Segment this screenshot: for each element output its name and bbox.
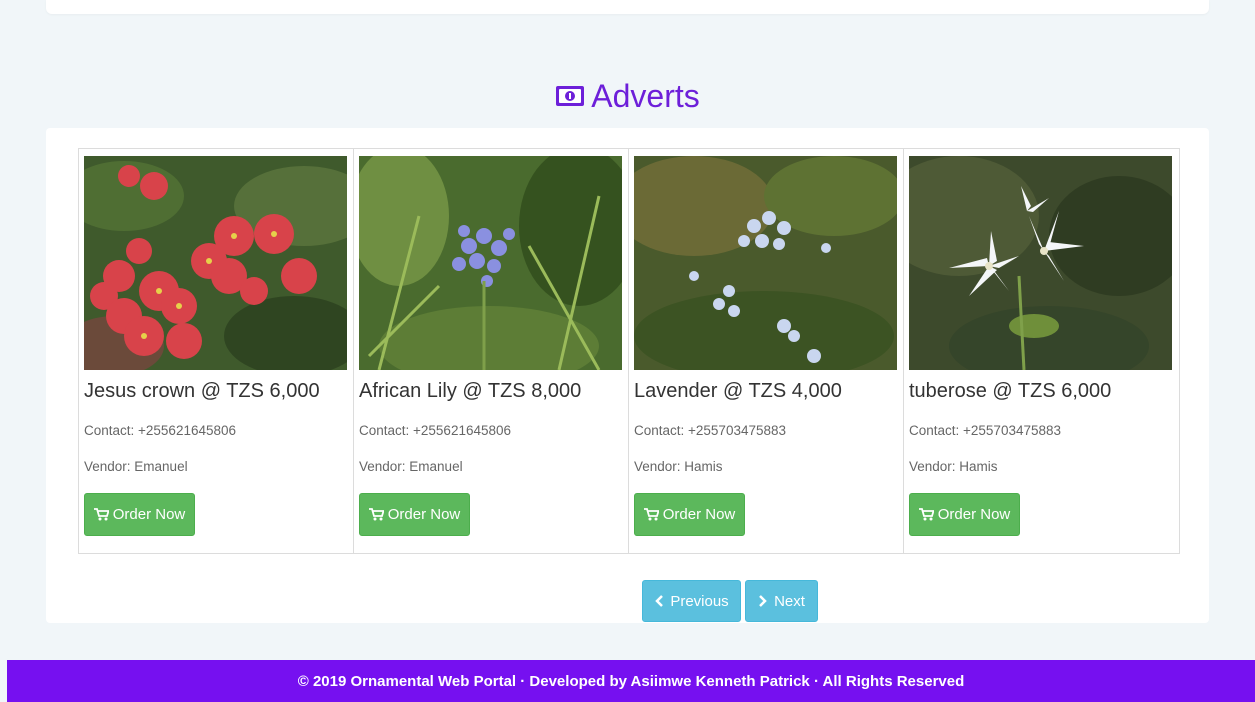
- product-image-lavender[interactable]: [634, 156, 897, 370]
- order-now-label: Order Now: [387, 506, 461, 523]
- advert-card: African Lily @ TZS 8,000 Contact: +25562…: [354, 149, 629, 553]
- previous-button[interactable]: Previous: [642, 580, 741, 622]
- advert-vendor: Vendor: Hamis: [634, 459, 723, 474]
- advert-title[interactable]: Jesus crown @ TZS 6,000: [84, 380, 320, 403]
- product-image-tuberose[interactable]: [909, 156, 1172, 370]
- adverts-grid: Jesus crown @ TZS 6,000 Contact: +255621…: [78, 148, 1180, 554]
- order-now-label: Order Now: [112, 506, 186, 523]
- advert-contact: Contact: +255703475883: [909, 423, 1062, 438]
- order-now-button[interactable]: Order Now: [909, 493, 1020, 536]
- chevron-right-icon: [759, 595, 767, 607]
- footer: © 2019 Ornamental Web Portal · Developed…: [7, 660, 1255, 702]
- footer-text: © 2019 Ornamental Web Portal · Developed…: [297, 672, 965, 690]
- product-image-jesus-crown[interactable]: [84, 156, 347, 370]
- shopping-cart-icon: [918, 508, 934, 521]
- order-now-button[interactable]: Order Now: [359, 493, 470, 536]
- order-now-label: Order Now: [937, 506, 1011, 523]
- product-image-african-lily[interactable]: [359, 156, 622, 370]
- advert-vendor: Vendor: Emanuel: [84, 459, 188, 474]
- advert-contact: Contact: +255621645806: [359, 423, 512, 438]
- section-title-text: Adverts: [591, 78, 700, 114]
- advert-title[interactable]: Lavender @ TZS 4,000: [634, 380, 842, 403]
- chevron-left-icon: [655, 595, 664, 607]
- section-title: Adverts: [0, 74, 1255, 118]
- advert-vendor: Vendor: Emanuel: [359, 459, 463, 474]
- advert-card: Lavender @ TZS 4,000 Contact: +255703475…: [629, 149, 904, 553]
- advert-title[interactable]: tuberose @ TZS 6,000: [909, 380, 1111, 403]
- shopping-cart-icon: [93, 508, 109, 521]
- top-panel: [46, 0, 1209, 14]
- advert-vendor: Vendor: Hamis: [909, 459, 998, 474]
- previous-label: Previous: [670, 592, 729, 610]
- next-label: Next: [774, 592, 805, 610]
- advert-contact: Contact: +255703475883: [634, 423, 787, 438]
- advert-title[interactable]: African Lily @ TZS 8,000: [359, 380, 581, 403]
- shopping-cart-icon: [368, 508, 384, 521]
- advert-contact: Contact: +255621645806: [84, 423, 237, 438]
- advert-card: Jesus crown @ TZS 6,000 Contact: +255621…: [79, 149, 354, 553]
- money-bill-icon: [556, 85, 585, 106]
- order-now-button[interactable]: Order Now: [634, 493, 745, 536]
- order-now-label: Order Now: [662, 506, 736, 523]
- next-button[interactable]: Next: [745, 580, 818, 622]
- shopping-cart-icon: [643, 508, 659, 521]
- advert-card: tuberose @ TZS 6,000 Contact: +255703475…: [904, 149, 1179, 553]
- order-now-button[interactable]: Order Now: [84, 493, 195, 536]
